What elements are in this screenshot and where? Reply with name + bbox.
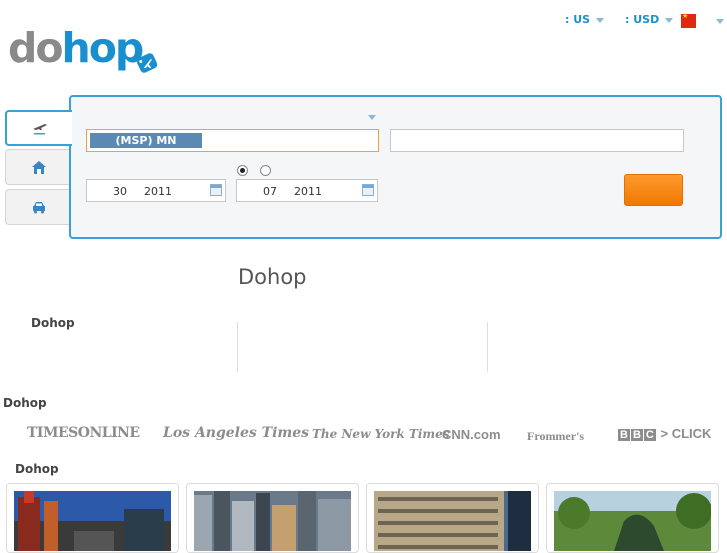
press-section-title: Dohop bbox=[3, 396, 47, 410]
currency-label: : USD bbox=[625, 13, 660, 26]
logo-do: do bbox=[8, 24, 64, 72]
search-button[interactable] bbox=[624, 174, 683, 206]
nyt-logo[interactable]: The New York Times bbox=[312, 427, 450, 441]
bbc-click-text: > CLICK bbox=[660, 426, 712, 441]
page-title: Dohop bbox=[238, 265, 307, 289]
return-day: 07 bbox=[263, 185, 277, 198]
calendar-icon[interactable] bbox=[210, 184, 222, 196]
airplane-icon bbox=[32, 124, 47, 135]
country-selector[interactable]: : US bbox=[565, 13, 605, 26]
return-date-field[interactable]: 07 2011 bbox=[236, 179, 378, 202]
destinations-title: Dohop bbox=[15, 462, 59, 476]
destination-card[interactable] bbox=[186, 483, 359, 553]
car-icon bbox=[32, 202, 45, 214]
currency-selector[interactable]: : USD bbox=[625, 13, 674, 26]
from-airport-value: (MSP) MN bbox=[90, 133, 202, 148]
divider bbox=[487, 322, 488, 372]
la-times-logo[interactable]: Los Angeles Times bbox=[163, 425, 309, 441]
tab-cars[interactable] bbox=[5, 189, 71, 225]
destination-photo bbox=[194, 491, 351, 551]
tab-hotels[interactable] bbox=[5, 149, 71, 185]
bbc-click-logo[interactable]: BBC > CLICK bbox=[618, 426, 711, 441]
divider bbox=[237, 322, 238, 372]
logo-wordmark: dohop bbox=[8, 28, 144, 69]
return-year: 2011 bbox=[294, 185, 322, 198]
return-radio[interactable] bbox=[260, 165, 271, 176]
destination-photo bbox=[14, 491, 171, 551]
tab-flights[interactable] bbox=[5, 110, 72, 146]
destination-card[interactable] bbox=[546, 483, 719, 553]
country-label: : US bbox=[565, 13, 591, 26]
destination-card[interactable] bbox=[366, 483, 539, 553]
destination-photo bbox=[554, 491, 711, 551]
bbc-letter: C bbox=[643, 429, 656, 441]
chevron-down-icon[interactable] bbox=[368, 115, 376, 120]
cnn-logo[interactable]: CNN.com bbox=[442, 427, 501, 442]
language-selector[interactable] bbox=[681, 12, 724, 32]
to-airport-input[interactable] bbox=[390, 129, 684, 152]
chevron-down-icon bbox=[596, 17, 605, 23]
logo-hop: hop bbox=[61, 24, 145, 72]
china-flag-icon bbox=[681, 12, 696, 28]
destination-card[interactable] bbox=[6, 483, 179, 553]
from-airport-input[interactable]: (MSP) MN bbox=[86, 129, 379, 152]
destination-photo bbox=[374, 491, 531, 551]
frommers-logo[interactable]: Frommer's bbox=[527, 429, 584, 444]
calendar-icon[interactable] bbox=[362, 184, 374, 196]
section-title: Dohop bbox=[31, 316, 75, 330]
depart-year: 2011 bbox=[144, 185, 172, 198]
depart-date-field[interactable]: 30 2011 bbox=[86, 179, 226, 202]
times-online-logo[interactable]: TIMESONLINE bbox=[27, 425, 140, 441]
house-icon bbox=[31, 160, 46, 174]
bbc-letter: B bbox=[630, 429, 643, 441]
one-way-radio[interactable] bbox=[237, 165, 248, 176]
dohop-logo[interactable]: dohop bbox=[8, 28, 158, 78]
chevron-down-icon bbox=[716, 19, 724, 24]
chevron-down-icon bbox=[665, 17, 674, 23]
depart-day: 30 bbox=[113, 185, 127, 198]
bbc-letter: B bbox=[618, 429, 630, 441]
flight-search-panel: (MSP) MN 30 2011 07 2011 bbox=[69, 95, 722, 239]
